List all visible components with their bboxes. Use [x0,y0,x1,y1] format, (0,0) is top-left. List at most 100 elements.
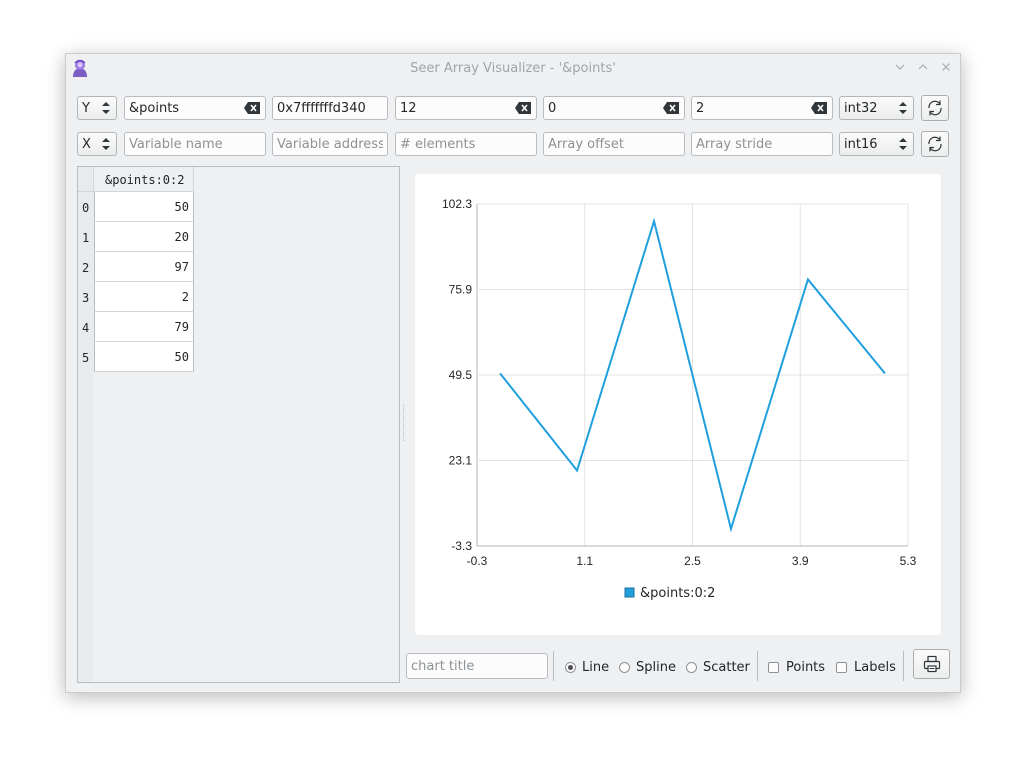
x-tick-label: 2.5 [684,554,701,568]
y-tick-label: 49.5 [449,368,473,382]
checkbox-box [768,661,779,673]
clear-icon[interactable] [515,102,531,114]
y-tick-label: 102.3 [442,197,472,211]
table-row[interactable]: 1 20 [78,222,194,252]
y-type-combo[interactable]: int32 [839,96,914,120]
table-cell[interactable]: 50 [94,192,194,222]
clear-icon[interactable] [811,102,827,114]
x-variable-address-input[interactable] [277,136,383,152]
array-visualizer-window: Seer Array Visualizer - '&points' Y &poi… [65,53,961,693]
y-elements-field[interactable] [395,96,537,120]
row-index: 0 [82,201,90,215]
legend-label: &points:0:2 [640,586,715,601]
column-header[interactable]: &points:0:2 [94,167,194,192]
radio-dot [686,661,697,673]
points-checkbox-label: Points [786,659,826,675]
maximize-icon[interactable] [915,59,931,75]
clear-icon[interactable] [244,102,260,114]
y-axis-combo[interactable]: Y [77,96,117,120]
chart-panel: -0.3 1.1 2.5 3.9 5.3 102.3 75.9 49.5 23.1 -3.3 &po… [415,174,941,635]
x-variable-name-field[interactable] [124,132,266,156]
refresh-icon [928,100,942,116]
x-type-combo[interactable]: int16 [839,132,914,156]
table-row[interactable]: 3 2 [78,282,194,312]
y-variable-name-input[interactable] [129,100,239,116]
scatter-radio-label: Scatter [703,659,750,675]
y-tick-label: 23.1 [449,454,473,468]
x-tick-label: 3.9 [792,554,809,568]
y-variable-name-field[interactable] [124,96,266,120]
labels-checkbox[interactable]: Labels [836,658,896,676]
row-index: 1 [82,231,90,245]
line-radio-label: Line [582,659,610,675]
x-type-value: int16 [844,137,878,152]
spline-radio[interactable]: Spline [619,658,676,676]
window-title: Seer Array Visualizer - '&points' [410,61,616,76]
table-row[interactable]: 4 79 [78,312,194,342]
x-stride-field[interactable] [691,132,833,156]
x-offset-field[interactable] [543,132,685,156]
table-corner[interactable] [78,167,94,192]
row-index: 2 [82,261,90,275]
chart-title-input[interactable] [411,658,543,674]
x-elements-field[interactable] [395,132,537,156]
x-refresh-button[interactable] [921,131,949,157]
x-tick-label: -0.3 [467,554,488,568]
x-tick-label: 5.3 [900,554,917,568]
table-row[interactable]: 2 97 [78,252,194,282]
y-elements-input[interactable] [400,100,510,116]
spline-radio-label: Spline [636,659,676,675]
refresh-icon [928,136,942,152]
line-chart: -0.3 1.1 2.5 3.9 5.3 102.3 75.9 49.5 23.1 -3.3&po… [442,197,917,601]
points-checkbox[interactable]: Points [768,658,825,676]
y-offset-field[interactable] [543,96,685,120]
y-variable-address-field[interactable] [272,96,388,120]
spinner-arrows-icon [899,138,907,150]
x-variable-name-input[interactable] [129,136,239,152]
print-button[interactable] [913,649,950,679]
x-stride-input[interactable] [696,136,806,152]
values-table[interactable]: &points:0:2 0 50 1 20 2 97 3 2 4 79 5 50 [77,166,400,683]
legend-marker [624,587,635,598]
table-cell[interactable]: 2 [94,282,194,312]
y-offset-input[interactable] [548,100,658,116]
chart-title-field[interactable] [406,653,548,679]
close-icon[interactable] [938,59,954,75]
clear-icon[interactable] [663,102,679,114]
row-index: 3 [82,291,90,305]
table-cell[interactable]: 20 [94,222,194,252]
y-tick-label: 75.9 [449,283,473,297]
x-axis-value: X [82,137,91,152]
line-radio[interactable]: Line [565,658,609,676]
x-tick-label: 1.1 [576,554,593,568]
table-row[interactable]: 0 50 [78,192,194,222]
x-axis-combo[interactable]: X [77,132,117,156]
x-offset-input[interactable] [548,136,658,152]
table-cell[interactable]: 50 [94,342,194,372]
spinner-arrows-icon [102,138,110,150]
row-index: 4 [82,321,90,335]
splitter-handle[interactable] [402,404,405,442]
y-tick-label: -3.3 [451,539,472,553]
y-refresh-button[interactable] [921,95,949,121]
table-row[interactable]: 5 50 [78,342,194,372]
y-variable-address-input[interactable] [277,100,383,116]
scatter-radio[interactable]: Scatter [686,658,750,676]
labels-checkbox-label: Labels [854,659,896,675]
y-type-value: int32 [844,101,878,116]
x-elements-input[interactable] [400,136,510,152]
spinner-arrows-icon [102,102,110,114]
radio-dot [619,661,630,673]
titlebar: Seer Array Visualizer - '&points' [66,54,960,82]
x-variable-address-field[interactable] [272,132,388,156]
y-stride-input[interactable] [696,100,806,116]
checkbox-box [836,661,847,673]
separator [903,651,904,681]
table-cell[interactable]: 79 [94,312,194,342]
table-cell[interactable]: 97 [94,252,194,282]
minimize-icon[interactable] [892,59,908,75]
separator [553,651,554,681]
separator [757,651,758,681]
y-stride-field[interactable] [691,96,833,120]
y-axis-value: Y [82,101,90,116]
